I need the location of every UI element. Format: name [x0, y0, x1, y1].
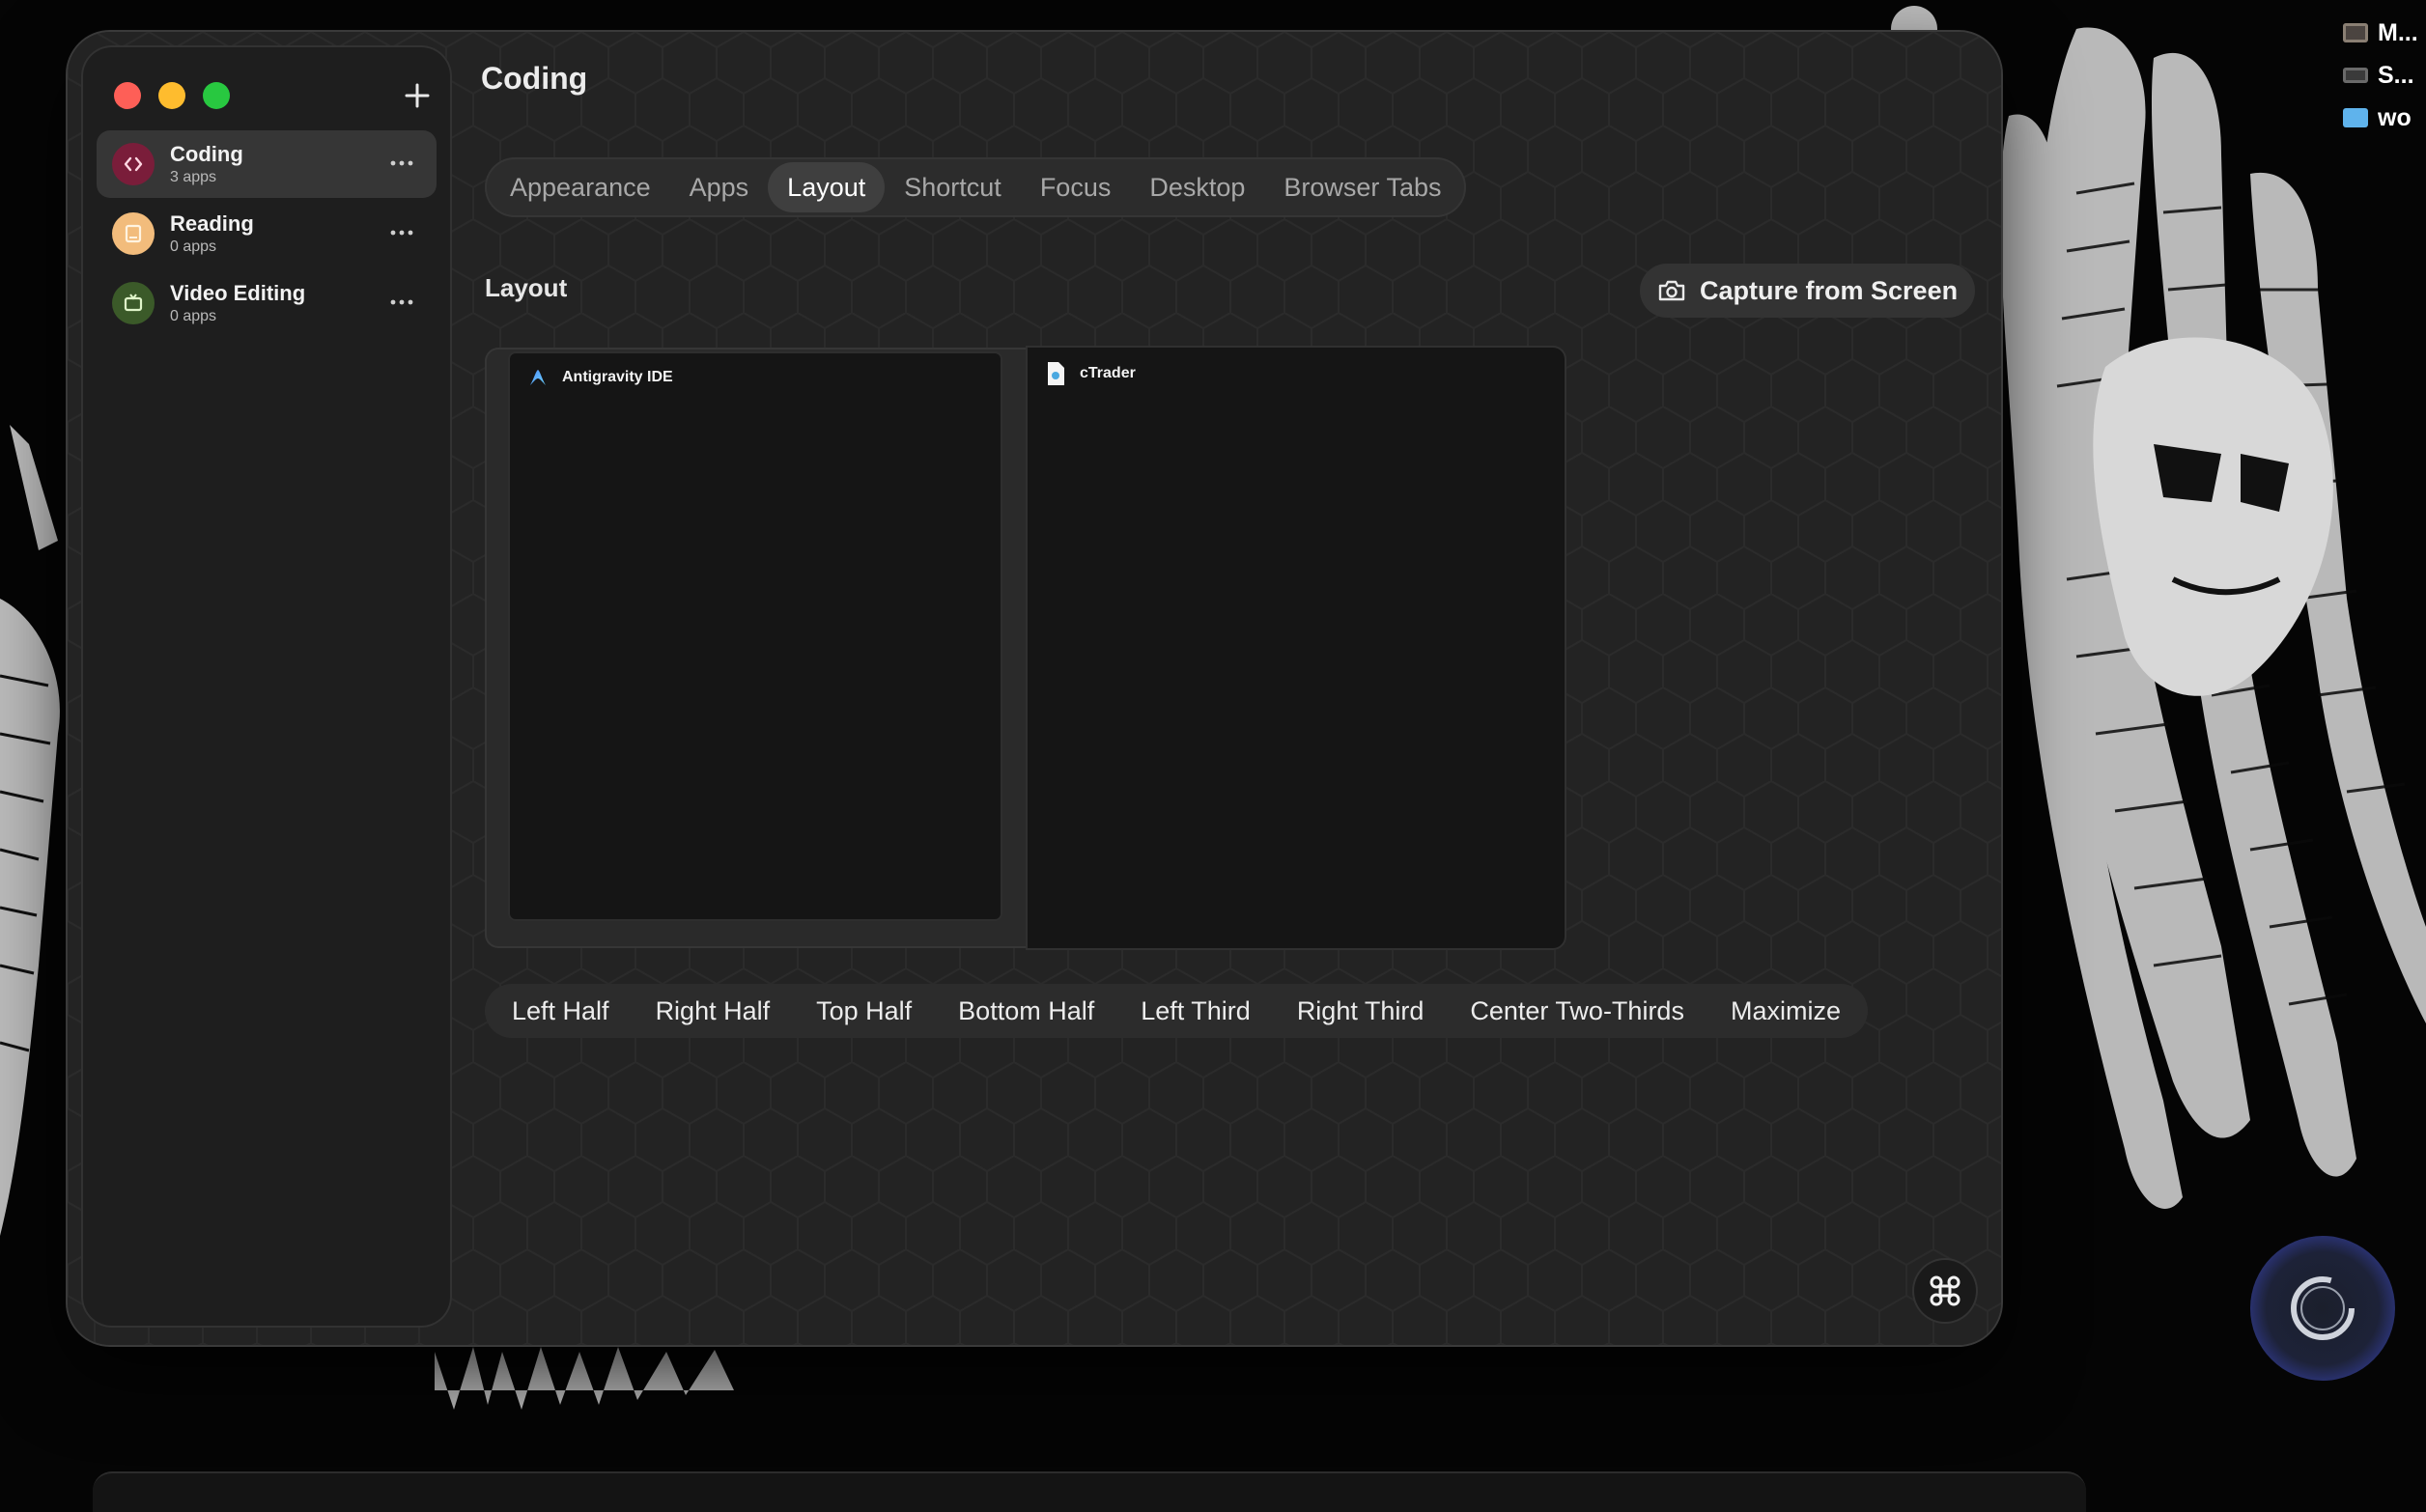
layout-canvas: Antigravity IDE cTrader: [485, 348, 1565, 948]
close-button[interactable]: [114, 82, 141, 109]
command-button[interactable]: [1914, 1260, 1976, 1322]
layout-presets: Left Half Right Half Top Half Bottom Hal…: [485, 984, 1868, 1038]
antigravity-icon: [530, 370, 546, 385]
desktop-item-label: wo: [2378, 103, 2412, 131]
tab-focus[interactable]: Focus: [1021, 162, 1131, 212]
workspace-item-video-editing[interactable]: Video Editing 0 apps: [97, 269, 437, 337]
desktop-icons: M... S... wo: [2339, 12, 2426, 139]
desktop-item-label: M...: [2378, 18, 2418, 46]
tab-desktop[interactable]: Desktop: [1130, 162, 1264, 212]
more-options-icon[interactable]: [388, 152, 415, 175]
command-icon: [1930, 1275, 1961, 1306]
dock: [93, 1471, 2086, 1512]
preset-left-third[interactable]: Left Third: [1117, 984, 1274, 1038]
document-icon: [1048, 362, 1064, 385]
layout-window-ctrader[interactable]: cTrader: [1028, 348, 1565, 948]
desktop-item-label: S...: [2378, 61, 2414, 89]
camera-icon: [1658, 280, 1685, 301]
section-title: Layout: [485, 273, 568, 302]
preset-center-two-thirds[interactable]: Center Two-Thirds: [1447, 984, 1707, 1038]
tv-icon: [112, 282, 155, 324]
workspace-name: Video Editing: [170, 281, 306, 305]
preset-top-half[interactable]: Top Half: [793, 984, 935, 1038]
workspace-app-count: 3 apps: [170, 169, 217, 185]
preset-maximize[interactable]: Maximize: [1707, 984, 1864, 1038]
code-brackets-icon: [112, 143, 155, 185]
page-title: Coding: [481, 61, 588, 96]
app-window: Coding 3 apps Reading 0 apps Video Editi…: [68, 32, 2001, 1345]
disk-image-icon: [2343, 23, 2368, 42]
tab-bar: Appearance Apps Layout Shortcut Focus De…: [485, 157, 1467, 217]
workspace-name: Reading: [170, 211, 254, 236]
more-options-icon[interactable]: [388, 291, 415, 314]
book-icon: [112, 212, 155, 255]
workspace-app-count: 0 apps: [170, 238, 217, 255]
preset-bottom-half[interactable]: Bottom Half: [935, 984, 1117, 1038]
add-workspace-button[interactable]: [398, 76, 437, 115]
app-name: cTrader: [1080, 365, 1136, 381]
preset-right-third[interactable]: Right Third: [1274, 984, 1448, 1038]
drive-icon: [2343, 68, 2368, 83]
desktop-item-folder[interactable]: wo: [2339, 97, 2426, 139]
layout-window-antigravity[interactable]: Antigravity IDE: [510, 353, 1001, 919]
more-options-icon[interactable]: [388, 221, 415, 244]
tab-layout[interactable]: Layout: [768, 162, 886, 212]
workspace-item-coding[interactable]: Coding 3 apps: [97, 130, 437, 198]
ring-icon: [2291, 1276, 2355, 1340]
tab-shortcut[interactable]: Shortcut: [885, 162, 1021, 212]
workspace-item-reading[interactable]: Reading 0 apps: [97, 200, 437, 267]
preset-left-half[interactable]: Left Half: [489, 984, 633, 1038]
app-name: Antigravity IDE: [562, 369, 673, 385]
capture-label: Capture from Screen: [1700, 275, 1959, 305]
tab-apps[interactable]: Apps: [670, 162, 769, 212]
assistant-orb[interactable]: [2250, 1236, 2395, 1381]
desktop-item-drive[interactable]: S...: [2339, 54, 2426, 97]
maximize-button[interactable]: [203, 82, 230, 109]
tab-browser-tabs[interactable]: Browser Tabs: [1264, 162, 1460, 212]
workspace-list: Coding 3 apps Reading 0 apps Video Editi…: [97, 130, 437, 339]
preset-right-half[interactable]: Right Half: [633, 984, 794, 1038]
plus-icon: [405, 83, 430, 108]
workspace-app-count: 0 apps: [170, 308, 217, 324]
folder-icon: [2343, 108, 2368, 127]
minimize-button[interactable]: [158, 82, 185, 109]
sidebar: Coding 3 apps Reading 0 apps Video Editi…: [81, 45, 452, 1328]
tab-appearance[interactable]: Appearance: [491, 162, 670, 212]
capture-from-screen-button[interactable]: Capture from Screen: [1640, 264, 1976, 318]
desktop-item-disk-image[interactable]: M...: [2339, 12, 2426, 54]
workspace-name: Coding: [170, 142, 243, 166]
